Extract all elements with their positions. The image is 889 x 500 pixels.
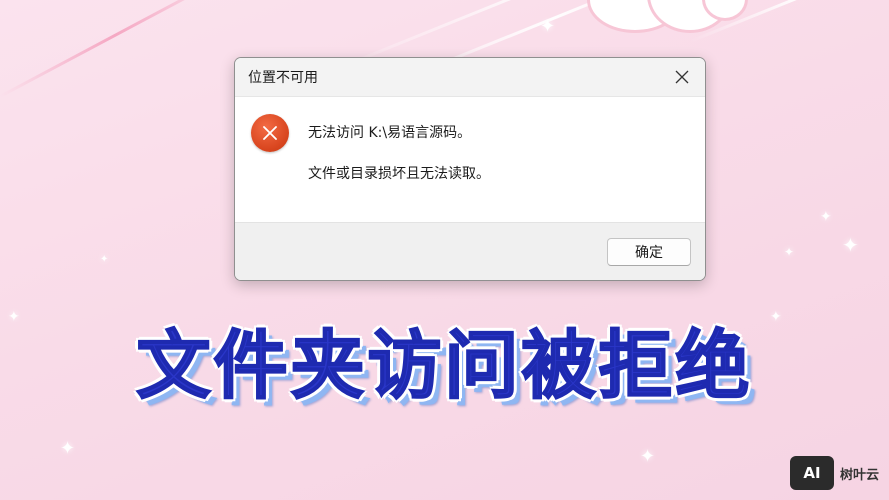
brand-logo: AI: [789, 456, 834, 490]
error-message: 无法访问 K:\易语言源码。: [308, 125, 472, 141]
brand-name: 树叶云: [839, 467, 879, 483]
sparkle-icon: ✦: [640, 446, 656, 467]
sparkle-icon: ✦: [540, 16, 556, 37]
dialog-title: 位置不可用: [248, 70, 318, 86]
light-streak: [0, 0, 231, 98]
error-detail: 文件或目录损坏且无法读取。: [308, 166, 490, 182]
light-streak: [689, 0, 889, 43]
cloud-shape: [650, 0, 730, 30]
sparkle-icon: ✦: [820, 209, 832, 225]
logo-text: AI: [803, 464, 821, 482]
error-icon: [251, 114, 289, 152]
cloud-shape: [705, 0, 745, 18]
error-dialog: 位置不可用 无法访问 K:\易语言源码。 文件或目录损坏且无法读取。 确定: [234, 57, 706, 281]
sparkle-icon: ✦: [100, 254, 109, 265]
ok-button[interactable]: 确定: [607, 238, 691, 266]
banner-headline: 文件夹访问被拒绝: [136, 322, 753, 410]
watermark: AI 树叶云: [789, 456, 879, 490]
sparkle-icon: ✦: [60, 438, 76, 459]
sparkle-icon: ✦: [842, 233, 859, 257]
x-mark-icon: [263, 126, 277, 140]
sparkle-icon: ✦: [784, 245, 795, 259]
close-icon: [675, 70, 689, 84]
dialog-titlebar[interactable]: 位置不可用: [235, 58, 705, 97]
cloud-shape: [590, 0, 680, 30]
dialog-footer: 确定: [235, 222, 705, 280]
dialog-content: 无法访问 K:\易语言源码。 文件或目录损坏且无法读取。: [235, 97, 705, 223]
close-button[interactable]: [659, 58, 705, 96]
